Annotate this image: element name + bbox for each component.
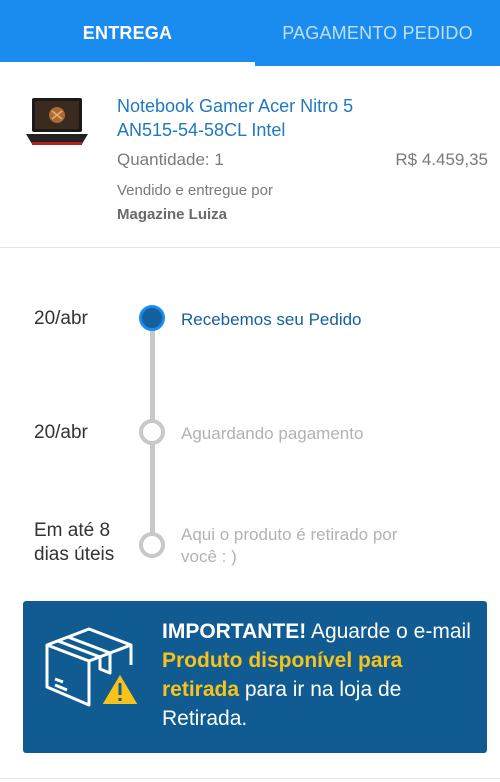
step2-pending-icon — [139, 419, 165, 445]
bottom-divider — [0, 778, 500, 779]
package-warning-icon — [45, 627, 141, 707]
tab-entrega-label: ENTREGA — [82, 22, 173, 43]
notice-part1: Aguarde o e-mail — [306, 620, 471, 643]
step3-date: Em até 8 dias úteis — [34, 519, 114, 567]
step3-label-line1: Aqui o produto é retirado por — [181, 525, 398, 544]
product-quantity: Quantidade: 1 — [117, 150, 224, 169]
step3-pending-icon — [139, 532, 165, 558]
product-name-line2: AN515-54-58CL Intel — [117, 120, 286, 140]
delivery-timeline: 20/abr Recebemos seu Pedido 20/abr Aguar… — [0, 249, 500, 599]
tab-pagamento-label: PAGAMENTO PEDIDO — [282, 22, 473, 43]
step3-label-line2: você : ) — [181, 547, 237, 566]
step1-date: 20/abr — [34, 308, 88, 329]
tab-bar: ENTREGA PAGAMENTO PEDIDO — [0, 0, 500, 66]
pickup-notice: IMPORTANTE! Aguarde o e-mail Produto dis… — [23, 601, 487, 753]
step1-done-icon — [139, 305, 165, 331]
notice-important: IMPORTANTE! — [162, 620, 307, 643]
step2-date: 20/abr — [34, 422, 88, 443]
seller-name: Magazine Luiza — [117, 206, 228, 223]
notice-message: IMPORTANTE! Aguarde o e-mail Produto dis… — [162, 617, 477, 733]
step3-date-line2: dias úteis — [34, 544, 115, 565]
tab-pagamento-pedido[interactable]: PAGAMENTO PEDIDO — [255, 0, 500, 66]
step3-label: Aqui o produto é retirado por você : ) — [181, 524, 456, 568]
step1-label: Recebemos seu Pedido — [181, 310, 362, 329]
step2-label: Aguardando pagamento — [181, 424, 364, 443]
sold-by-label: Vendido e entregue por — [117, 182, 273, 199]
product-price: R$ 4.459,35 — [395, 150, 488, 169]
product-card: Notebook Gamer Acer Nitro 5 AN515-54-58C… — [0, 66, 500, 248]
product-name-link[interactable]: Notebook Gamer Acer Nitro 5 AN515-54-58C… — [117, 94, 417, 142]
tab-entrega[interactable]: ENTREGA — [0, 0, 255, 66]
laptop-thumbnail[interactable] — [24, 94, 90, 150]
step3-date-line1: Em até 8 — [34, 520, 111, 541]
product-name-line1: Notebook Gamer Acer Nitro 5 — [117, 96, 354, 116]
